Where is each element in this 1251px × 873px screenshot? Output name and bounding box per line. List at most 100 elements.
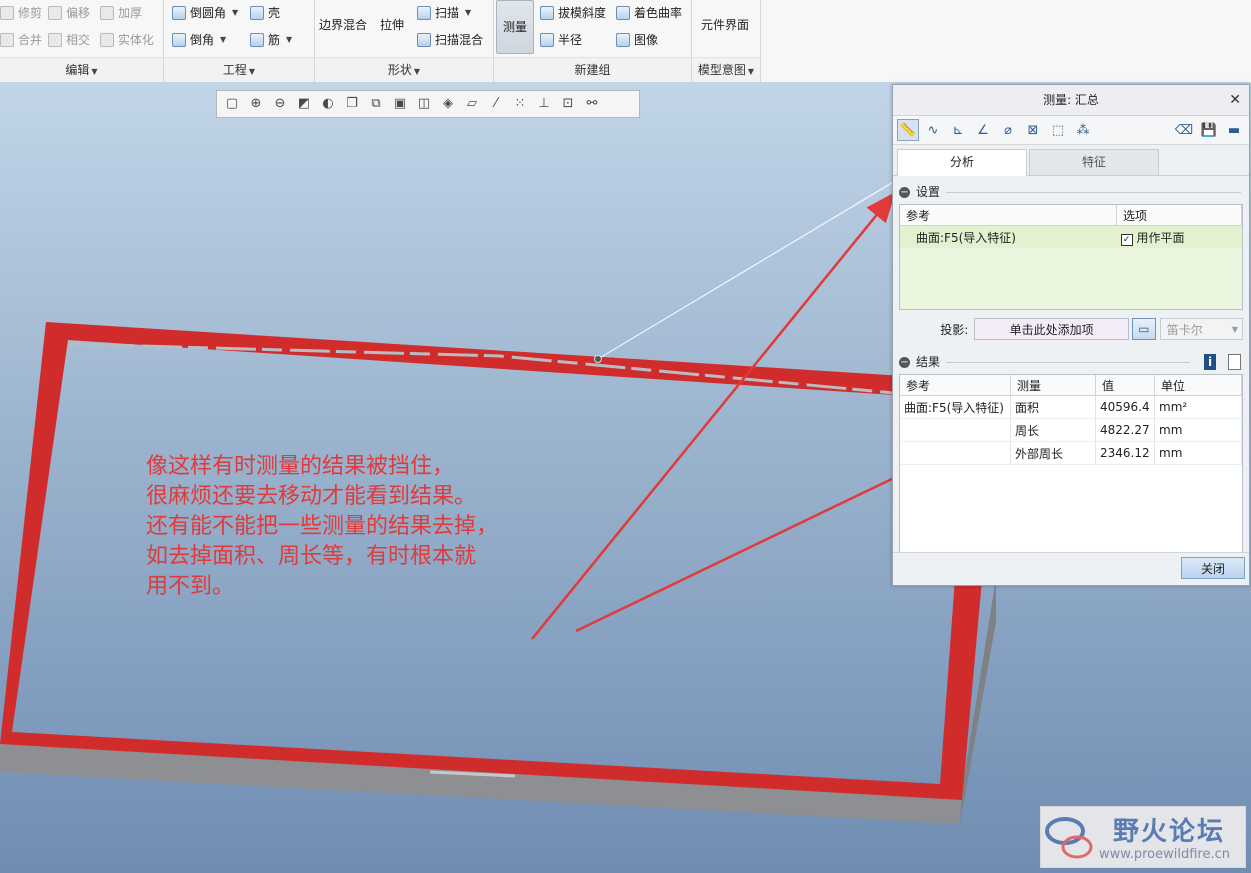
component-interface-button[interactable]: 元件界面: [701, 16, 749, 33]
shaded-curvature-button[interactable]: 着色曲率: [616, 3, 682, 23]
result-value-cell: 2346.12: [1095, 441, 1155, 465]
view-manager-icon[interactable]: ❐: [343, 95, 361, 113]
save-icon[interactable]: 💾: [1198, 119, 1220, 141]
ribbon-group-new-group-label: 新建组: [494, 57, 691, 82]
display-style-icon[interactable]: ◐: [319, 95, 337, 113]
point-display-icon[interactable]: ⁙: [511, 95, 529, 113]
chamfer-button[interactable]: 倒角 ▼: [172, 30, 226, 50]
sweep-button[interactable]: 扫描 ▼: [417, 3, 471, 23]
ribbon-group-engineering-label[interactable]: 工程 ▼: [164, 57, 314, 82]
view-plane-icon[interactable]: ▭: [1131, 318, 1156, 340]
angle-measure-icon[interactable]: ⊾: [947, 119, 969, 141]
radius-icon: [540, 33, 554, 47]
repaint-icon[interactable]: ◩: [295, 95, 313, 113]
ribbon-group-edit: 修剪 偏移 加厚 合并 相交 实体化 编辑 ▼: [0, 0, 164, 82]
measure-button[interactable]: 测量: [496, 0, 534, 54]
draft-button[interactable]: 拔模斜度: [540, 3, 606, 23]
checkbox-checked-icon[interactable]: ✓: [1120, 233, 1133, 246]
extrude-button[interactable]: 拉伸: [380, 16, 404, 33]
column-header-measure[interactable]: 测量: [1010, 375, 1096, 396]
image-button[interactable]: 图像: [616, 30, 658, 50]
tab-analysis[interactable]: 分析: [897, 149, 1027, 176]
distance-measure-icon[interactable]: ∿: [922, 119, 944, 141]
collapse-icon[interactable]: −: [899, 186, 910, 198]
intersect-icon: [48, 33, 62, 47]
plane-display-icon[interactable]: ▱: [463, 95, 481, 113]
angle-icon[interactable]: ∠: [972, 119, 994, 141]
named-views-icon[interactable]: ▣: [391, 95, 409, 113]
zoom-in-icon[interactable]: ⊕: [247, 95, 265, 113]
settings-section-header[interactable]: − 设置: [893, 182, 1249, 202]
annotation-text: 像这样有时测量的结果被挡住， 很麻烦还要去移动才能看到结果。 还有能不能把一些测…: [146, 452, 626, 602]
result-value-cell: 4822.27: [1095, 418, 1155, 442]
length-measure-icon[interactable]: 📏: [897, 119, 919, 141]
sweep-dropdown-icon[interactable]: ▼: [465, 3, 471, 23]
measure-toolbar: 📏 ∿ ⊾ ∠ ⌀ ⊠ ⬚ ⁂ ⌫ 💾 ▬: [893, 116, 1249, 145]
ribbon-group-new-group: 测量 拔模斜度 着色曲率 半径 图像 新建组: [494, 0, 692, 82]
table-row[interactable]: 外部周长 2346.12 mm: [900, 441, 1242, 465]
sketch-display-icon[interactable]: ⚯: [583, 95, 601, 113]
shell-button[interactable]: 壳: [250, 3, 280, 23]
perspective-icon[interactable]: ◫: [415, 95, 433, 113]
diameter-measure-icon[interactable]: ⌀: [997, 119, 1019, 141]
ribbon-group-edit-label[interactable]: 编辑 ▼: [0, 57, 163, 82]
result-measure-cell: 周长: [1010, 418, 1096, 442]
thicken-button[interactable]: 加厚: [100, 3, 142, 23]
refit-icon[interactable]: ▢: [223, 95, 241, 113]
solidify-button[interactable]: 实体化: [100, 30, 154, 50]
collapse-icon[interactable]: −: [899, 356, 910, 368]
table-row[interactable]: 曲面:F5(导入特征) ✓ 用作平面: [900, 225, 1242, 248]
watermark-title: 野火论坛: [1113, 817, 1226, 847]
column-header-reference[interactable]: 参考: [900, 205, 1117, 226]
axis-display-icon[interactable]: ⁄: [487, 95, 505, 113]
result-unit-cell: mm²: [1154, 395, 1242, 419]
csys-display-icon[interactable]: ⊥: [535, 95, 553, 113]
column-header-unit[interactable]: 单位: [1154, 375, 1242, 396]
table-row[interactable]: 曲面:F5(导入特征) 面积 40596.4 mm²: [900, 395, 1242, 419]
offset-icon: [48, 6, 62, 20]
results-section-header[interactable]: − 结果 i: [893, 352, 1249, 372]
eraser-icon[interactable]: ⌫: [1173, 119, 1195, 141]
close-button[interactable]: 关闭: [1181, 557, 1245, 579]
projection-collector[interactable]: 单击此处添加项: [974, 318, 1129, 340]
dialog-footer: 关闭: [893, 552, 1249, 585]
column-header-options[interactable]: 选项: [1116, 205, 1242, 226]
ribbon-group-model-intent-label[interactable]: 模型意图 ▼: [692, 57, 760, 82]
view-toolbar: ▢ ⊕ ⊖ ◩ ◐ ❐ ⧉ ▣ ◫ ◈ ▱ ⁄ ⁙ ⊥ ⊡ ⚯: [216, 90, 640, 118]
report-icon[interactable]: [1228, 354, 1241, 370]
minimize-icon[interactable]: ▬: [1223, 119, 1245, 141]
annotation-line: 很麻烦还要去移动才能看到结果。: [146, 484, 477, 509]
settings-option-cell[interactable]: ✓ 用作平面: [1116, 225, 1242, 248]
annotation-display-icon[interactable]: ⊡: [559, 95, 577, 113]
column-header-value[interactable]: 值: [1095, 375, 1155, 396]
trim-button[interactable]: 修剪: [0, 3, 42, 23]
close-icon[interactable]: ✕: [1229, 85, 1241, 115]
spin-center-icon[interactable]: ◈: [439, 95, 457, 113]
swept-blend-icon: [417, 33, 431, 47]
transform-measure-icon[interactable]: ⁂: [1072, 119, 1094, 141]
info-icon[interactable]: i: [1204, 354, 1216, 370]
offset-button[interactable]: 偏移: [48, 3, 90, 23]
annotation-line: 像这样有时测量的结果被挡住，: [146, 454, 455, 479]
volume-measure-icon[interactable]: ⬚: [1047, 119, 1069, 141]
tab-feature[interactable]: 特征: [1029, 149, 1159, 175]
zoom-out-icon[interactable]: ⊖: [271, 95, 289, 113]
chamfer-dropdown-icon[interactable]: ▼: [220, 30, 226, 50]
swept-blend-button[interactable]: 扫描混合: [417, 30, 483, 50]
round-dropdown-icon[interactable]: ▼: [232, 3, 238, 23]
intersect-button[interactable]: 相交: [48, 30, 90, 50]
settings-reference-cell[interactable]: 曲面:F5(导入特征): [900, 225, 1117, 248]
ribbon-group-shapes-label[interactable]: 形状 ▼: [315, 57, 493, 82]
rib-button[interactable]: 筋 ▼: [250, 30, 292, 50]
round-button[interactable]: 倒圆角 ▼: [172, 3, 238, 23]
boundary-blend-button[interactable]: 边界混合: [319, 16, 367, 33]
merge-button[interactable]: 合并: [0, 30, 42, 50]
saved-orientations-icon[interactable]: ⧉: [367, 95, 385, 113]
area-measure-icon[interactable]: ⊠: [1022, 119, 1044, 141]
radius-button[interactable]: 半径: [540, 30, 582, 50]
rib-dropdown-icon[interactable]: ▼: [286, 30, 292, 50]
table-row[interactable]: 周长 4822.27 mm: [900, 418, 1242, 442]
dialog-title-bar[interactable]: 测量: 汇总 ✕: [893, 85, 1249, 116]
coordinate-system-select[interactable]: 笛卡尔 ▼: [1159, 318, 1243, 340]
column-header-reference[interactable]: 参考: [900, 375, 1011, 396]
